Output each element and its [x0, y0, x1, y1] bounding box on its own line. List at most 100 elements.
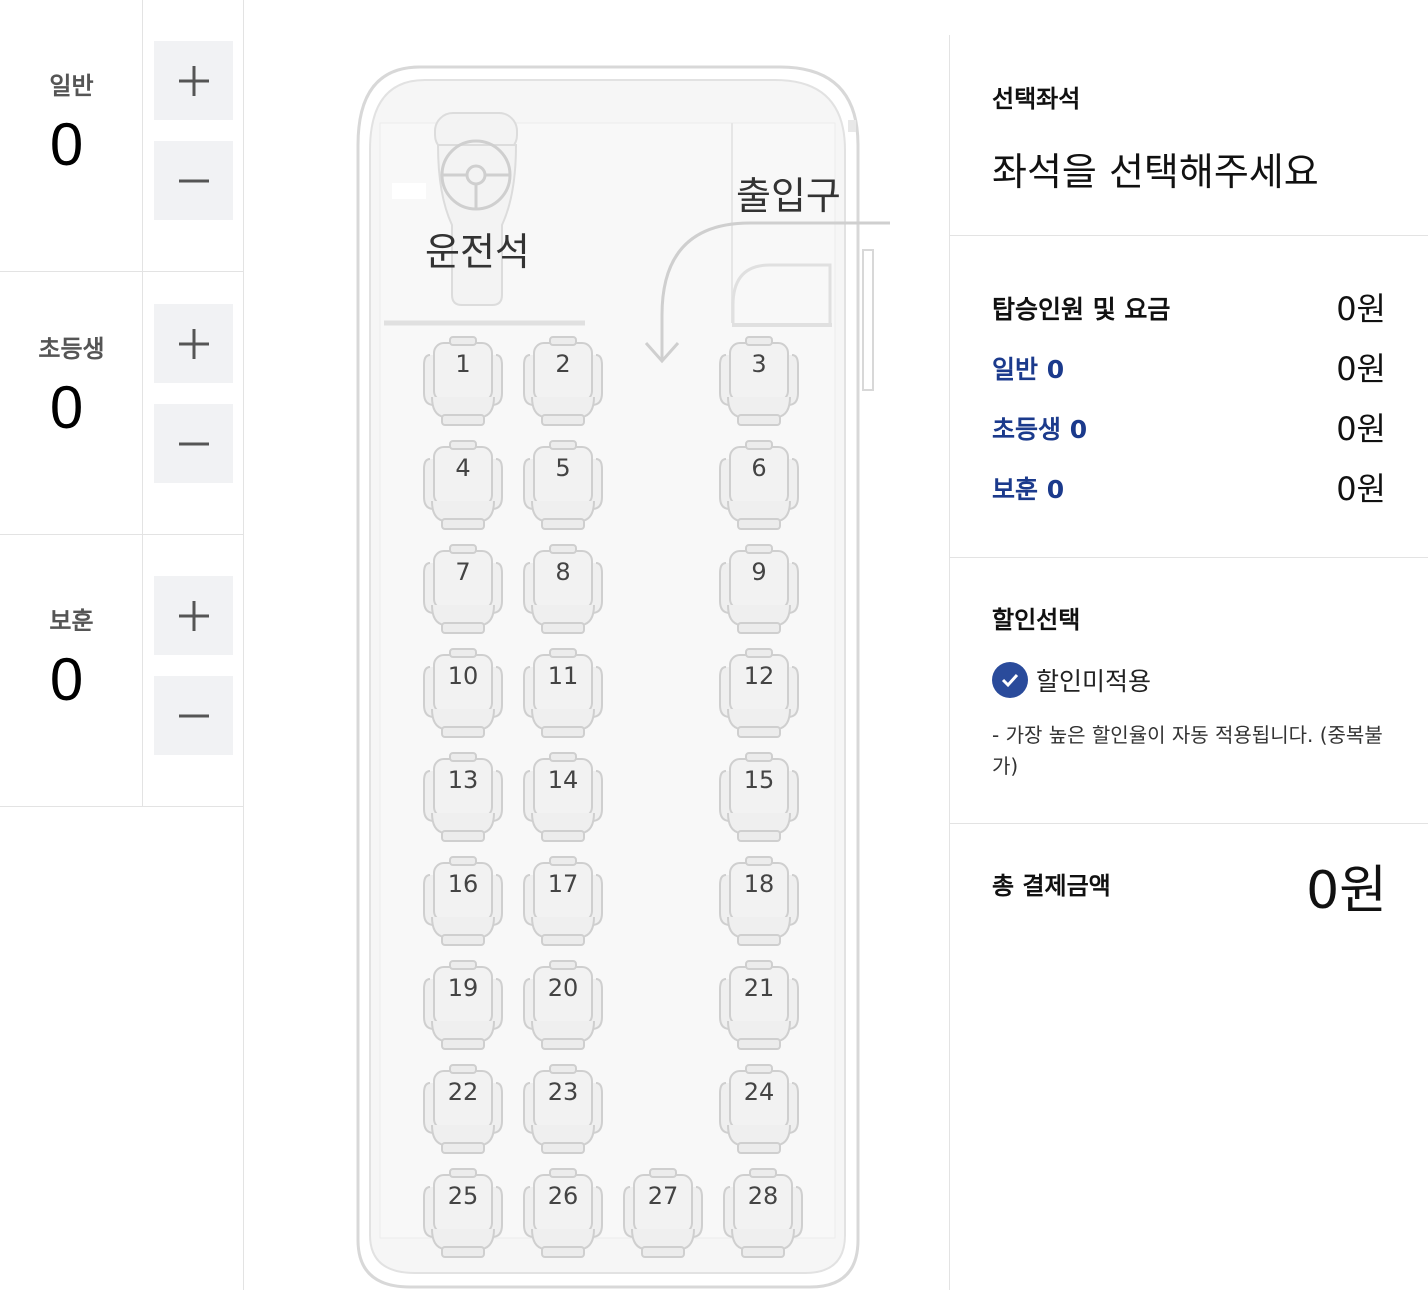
- decrease-veteran-button[interactable]: [154, 676, 233, 755]
- seat-icon: [523, 1168, 603, 1258]
- seat-icon: [423, 336, 503, 426]
- seat-number: 17: [547, 870, 579, 898]
- no-discount-label: 할인미적용: [1036, 667, 1152, 696]
- fare-row-veteran: 보훈 0 0원: [992, 464, 1386, 508]
- seat-18[interactable]: 18: [718, 855, 800, 947]
- increase-general-button[interactable]: [154, 41, 233, 120]
- seat-icon: [523, 752, 603, 842]
- seat-27[interactable]: 27: [622, 1167, 704, 1259]
- seat-number: 16: [447, 870, 479, 898]
- seat-17[interactable]: 17: [522, 855, 604, 947]
- fare-label: 보훈 0: [992, 475, 1065, 504]
- check-circle-icon: [992, 662, 1028, 698]
- seat-number: 14: [547, 766, 579, 794]
- seat-26[interactable]: 26: [522, 1167, 604, 1259]
- seat-icon: [719, 544, 799, 634]
- fare-value: 0원: [1336, 350, 1386, 388]
- seat-3[interactable]: 3: [718, 335, 800, 427]
- seat-icon: [423, 856, 503, 946]
- seat-number: 9: [751, 558, 767, 586]
- total-payment-value: 0원: [1306, 861, 1387, 921]
- seat-icon: [423, 544, 503, 634]
- seat-icon: [523, 440, 603, 530]
- bus-seat-map: 운전석 출입구 1 2 3 4 5 6 7 8 9 10 11 12 13 14 15 16 17 18 19 20 2…: [340, 55, 900, 1290]
- seat-22[interactable]: 22: [422, 1063, 504, 1155]
- seat-14[interactable]: 14: [522, 751, 604, 843]
- seat-7[interactable]: 7: [422, 543, 504, 635]
- plus-icon: [178, 328, 209, 359]
- fare-section: 탑승인원 및 요금 0원 일반 0 0원 초등생 0 0원 보훈 0 0원: [950, 236, 1428, 558]
- seat-number: 28: [747, 1182, 779, 1210]
- seat-19[interactable]: 19: [422, 959, 504, 1051]
- seat-24[interactable]: 24: [718, 1063, 800, 1155]
- entrance-label: 출입구: [736, 174, 841, 218]
- fare-label: 일반 0: [992, 355, 1065, 384]
- seat-icon: [423, 440, 503, 530]
- seat-number: 1: [455, 350, 471, 378]
- counter-label: 일반: [49, 72, 94, 100]
- counter-label: 초등생: [38, 335, 105, 363]
- seat-number: 12: [743, 662, 775, 690]
- seat-number: 5: [555, 454, 571, 482]
- seat-4[interactable]: 4: [422, 439, 504, 531]
- seat-icon: [719, 648, 799, 738]
- seat-6[interactable]: 6: [718, 439, 800, 531]
- seat-icon: [423, 648, 503, 738]
- decrease-elementary-button[interactable]: [154, 404, 233, 483]
- seat-icon: [423, 1168, 503, 1258]
- seat-25[interactable]: 25: [422, 1167, 504, 1259]
- seat-number: 27: [647, 1182, 679, 1210]
- seat-icon: [523, 960, 603, 1050]
- seat-2[interactable]: 2: [522, 335, 604, 427]
- seat-12[interactable]: 12: [718, 647, 800, 739]
- seat-1[interactable]: 1: [422, 335, 504, 427]
- seat-20[interactable]: 20: [522, 959, 604, 1051]
- seat-11[interactable]: 11: [522, 647, 604, 739]
- seat-16[interactable]: 16: [422, 855, 504, 947]
- increase-veteran-button[interactable]: [154, 576, 233, 655]
- seat-5[interactable]: 5: [522, 439, 604, 531]
- seat-icon: [523, 544, 603, 634]
- seat-icon: [523, 856, 603, 946]
- seat-icon: [719, 960, 799, 1050]
- discount-note: - 가장 높은 할인율이 자동 적용됩니다. (중복불가): [992, 723, 1383, 778]
- counter-info: 일반 0: [0, 0, 143, 271]
- seat-prompt: 좌석을 선택해주세요: [992, 150, 1319, 194]
- no-discount-option[interactable]: 할인미적용: [992, 660, 1151, 700]
- seat-9[interactable]: 9: [718, 543, 800, 635]
- seat-icon: [523, 1064, 603, 1154]
- plus-icon: [178, 600, 209, 631]
- fare-value: 0원: [1336, 470, 1386, 508]
- seat-icon: [719, 752, 799, 842]
- counter-info: 보훈 0: [0, 535, 143, 806]
- seat-icon: [719, 440, 799, 530]
- seat-number: 24: [743, 1078, 775, 1106]
- seat-13[interactable]: 13: [422, 751, 504, 843]
- minus-icon: [178, 714, 209, 717]
- discount-section: 할인선택 할인미적용 - 가장 높은 할인율이 자동 적용됩니다. (중복불가): [950, 558, 1428, 824]
- counter-value: 0: [49, 374, 84, 441]
- seat-28[interactable]: 28: [722, 1167, 804, 1259]
- plus-icon: [178, 65, 209, 96]
- fare-row-elementary: 초등생 0 0원: [992, 404, 1386, 448]
- seat-icon: [719, 1064, 799, 1154]
- seat-15[interactable]: 15: [718, 751, 800, 843]
- seat-number: 8: [555, 558, 571, 586]
- increase-elementary-button[interactable]: [154, 304, 233, 383]
- booking-summary-panel: 선택좌석 좌석을 선택해주세요 탑승인원 및 요금 0원 일반 0 0원 초등생…: [949, 35, 1428, 1290]
- seat-number: 25: [447, 1182, 479, 1210]
- seat-icon: [623, 1168, 703, 1258]
- seat-8[interactable]: 8: [522, 543, 604, 635]
- fare-value: 0원: [1336, 410, 1386, 448]
- seat-10[interactable]: 10: [422, 647, 504, 739]
- seat-number: 4: [455, 454, 471, 482]
- seat-icon: [723, 1168, 803, 1258]
- seat-icon: [719, 856, 799, 946]
- seat-number: 13: [447, 766, 479, 794]
- seat-21[interactable]: 21: [718, 959, 800, 1051]
- decrease-general-button[interactable]: [154, 141, 233, 220]
- seat-number: 6: [751, 454, 767, 482]
- passenger-counters: 일반 0 초등생 0 보훈 0: [0, 0, 244, 1290]
- seat-number: 20: [547, 974, 579, 1002]
- seat-23[interactable]: 23: [522, 1063, 604, 1155]
